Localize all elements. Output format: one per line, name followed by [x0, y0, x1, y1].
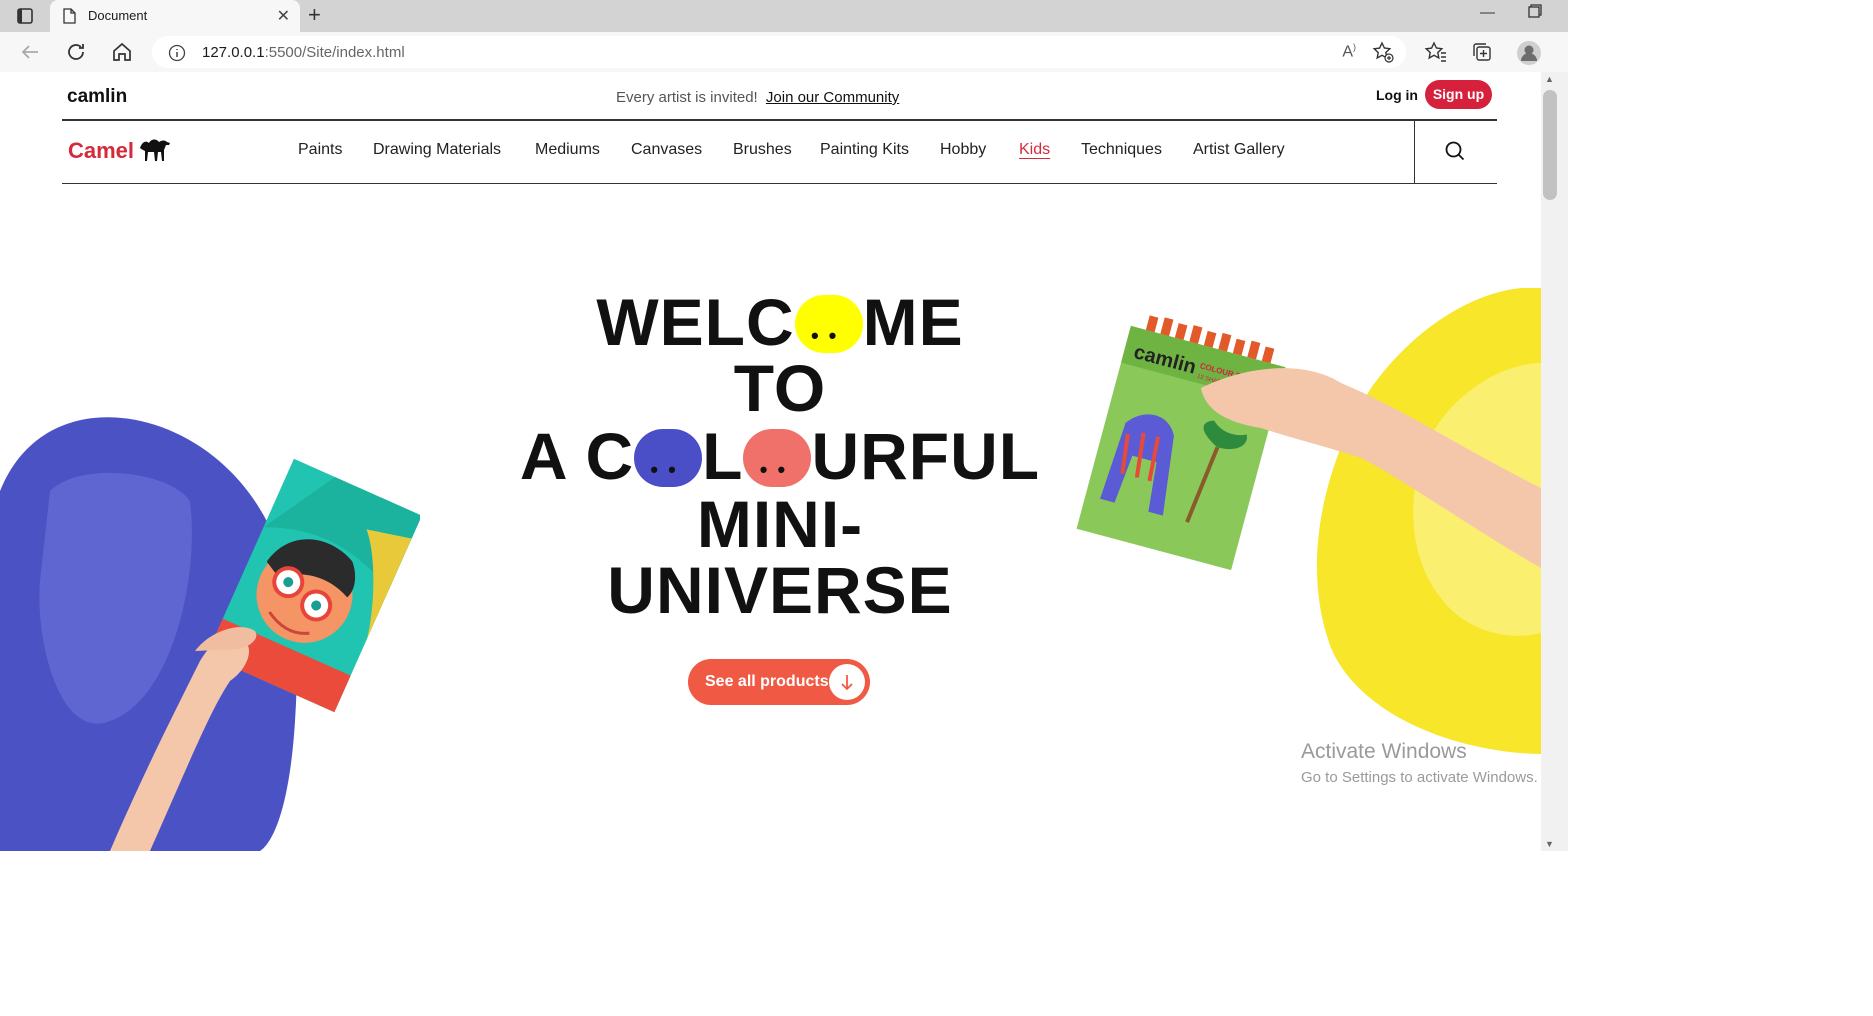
new-tab-button[interactable]: +	[308, 2, 321, 28]
search-icon[interactable]	[1444, 140, 1466, 167]
signup-button[interactable]: Sign up	[1425, 80, 1492, 109]
nav-item-hobby[interactable]: Hobby	[940, 141, 986, 159]
read-aloud-icon[interactable]: A)	[1342, 42, 1356, 61]
web-page: camlin COLOUR PENCILS 12 SHADES camlin E…	[0, 72, 1541, 851]
tab-title: Document	[88, 8, 148, 23]
nav-search-divider	[1414, 120, 1415, 183]
nav-item-artist-gallery[interactable]: Artist Gallery	[1193, 141, 1285, 159]
see-all-products-label: See all products	[705, 673, 829, 690]
hero-text-ac: A C	[519, 419, 635, 493]
login-link[interactable]: Log in	[1376, 87, 1418, 103]
promo-banner: Every artist is invited! Join our Commun…	[616, 89, 899, 106]
nav-divider-bottom	[62, 183, 1497, 184]
document-icon	[62, 8, 76, 29]
refresh-icon[interactable]	[64, 40, 88, 64]
add-favorite-icon[interactable]	[1372, 41, 1394, 68]
hero-line-4: MINI-	[696, 487, 864, 561]
site-info-icon[interactable]	[168, 44, 186, 67]
hero-text-l: L	[702, 419, 744, 493]
back-icon[interactable]	[18, 40, 42, 64]
hero-line-3: A C •• L •• URFUL	[0, 422, 1541, 490]
scroll-up-icon[interactable]: ▲	[1545, 74, 1554, 84]
yellow-face-o: ••	[794, 295, 863, 353]
salmon-face-o: ••	[743, 429, 812, 487]
camel-logo[interactable]: Camel	[68, 138, 134, 164]
activate-windows-title: Activate Windows	[1301, 740, 1467, 763]
browser-tab[interactable]: Document ✕	[50, 0, 300, 32]
camel-logo-icon[interactable]	[138, 136, 172, 169]
arrow-down-icon	[829, 664, 865, 700]
scrollbar-thumb[interactable]	[1543, 90, 1557, 200]
page-scrollbar[interactable]: ▲ ▼	[1541, 72, 1568, 851]
camlin-brand[interactable]: camlin	[67, 86, 127, 108]
promo-text: Every artist is invited!	[616, 89, 758, 106]
hero-line-2: TO	[733, 351, 827, 425]
nav-item-drawing-materials[interactable]: Drawing Materials	[373, 141, 501, 159]
nav-item-kids[interactable]: Kids	[1019, 141, 1050, 159]
see-all-products-button[interactable]: See all products	[688, 659, 870, 705]
tab-close-icon[interactable]: ✕	[277, 6, 290, 26]
nav-item-mediums[interactable]: Mediums	[535, 141, 600, 159]
hero-line-1: WELC •• ME	[0, 288, 1541, 356]
blue-face-o: ••	[634, 429, 703, 487]
scroll-down-icon[interactable]: ▼	[1545, 839, 1554, 849]
tab-actions-icon[interactable]	[12, 6, 38, 26]
url-text[interactable]: 127.0.0.1:5500/Site/index.html	[202, 44, 405, 61]
nav-item-techniques[interactable]: Techniques	[1081, 141, 1162, 159]
home-icon[interactable]	[110, 40, 134, 64]
nav-item-painting-kits[interactable]: Painting Kits	[820, 141, 909, 159]
activate-windows-subtitle: Go to Settings to activate Windows.	[1301, 769, 1538, 786]
collections-icon[interactable]	[1470, 40, 1494, 69]
nav-item-paints[interactable]: Paints	[298, 141, 342, 159]
url-host: 127.0.0.1	[202, 44, 265, 61]
nav-divider-top	[62, 119, 1497, 121]
hero-text-me: ME	[862, 285, 964, 359]
profile-avatar-icon[interactable]	[1516, 40, 1542, 71]
minimize-icon[interactable]: —	[1480, 4, 1495, 21]
address-bar[interactable]: 127.0.0.1:5500/Site/index.html A)	[152, 36, 1406, 68]
nav-item-canvases[interactable]: Canvases	[631, 141, 702, 159]
join-community-link[interactable]: Join our Community	[766, 89, 899, 106]
restore-icon[interactable]	[1528, 4, 1542, 22]
hero-text-welc: WELC	[596, 285, 795, 359]
nav-item-brushes[interactable]: Brushes	[733, 141, 792, 159]
browser-toolbar: 127.0.0.1:5500/Site/index.html A)	[0, 32, 1568, 73]
browser-tab-bar: Document ✕ + —	[0, 0, 1568, 32]
favorites-icon[interactable]	[1424, 40, 1448, 69]
hero-text-urful: URFUL	[811, 419, 1041, 493]
url-path: :5500/Site/index.html	[264, 44, 405, 61]
hero-line-5: UNIVERSE	[607, 553, 953, 627]
